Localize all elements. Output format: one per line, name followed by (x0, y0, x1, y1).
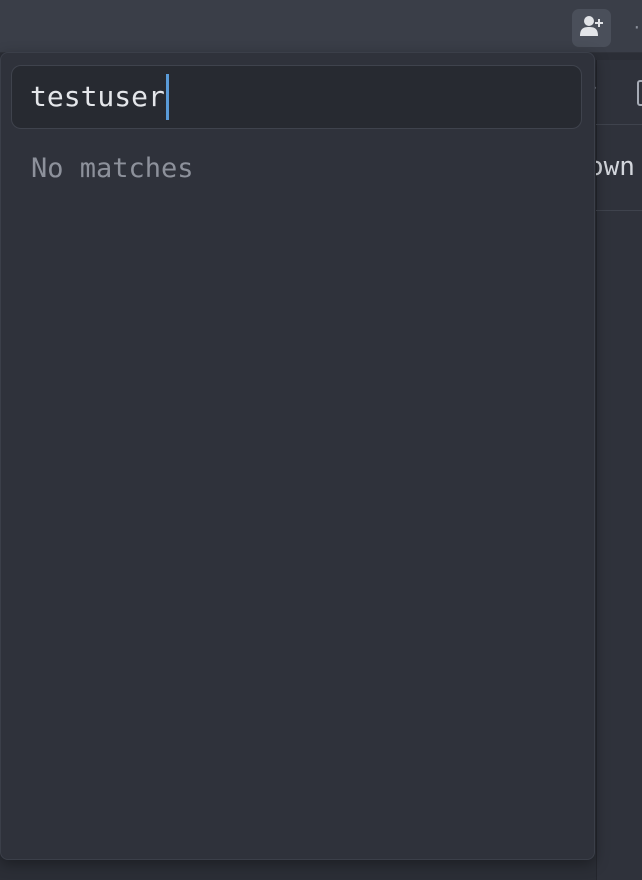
background-list-row[interactable]: own (596, 124, 642, 211)
user-search-input[interactable]: testuser (11, 65, 582, 129)
background-row-label: own (596, 152, 635, 182)
more-horizontal-icon[interactable]: ·· (632, 18, 642, 37)
search-input-value: testuser (30, 80, 165, 113)
title-bar: ·· (0, 0, 642, 53)
app-window: ·· › own testuser No matches (0, 0, 642, 880)
empty-results-message: No matches (31, 153, 194, 184)
checkbox-icon[interactable] (637, 80, 642, 106)
add-user-button[interactable] (572, 9, 611, 47)
text-caret (165, 74, 169, 120)
background-toolbar-row (596, 60, 642, 125)
user-plus-icon (579, 15, 604, 41)
user-search-popover: testuser No matches (0, 52, 595, 860)
